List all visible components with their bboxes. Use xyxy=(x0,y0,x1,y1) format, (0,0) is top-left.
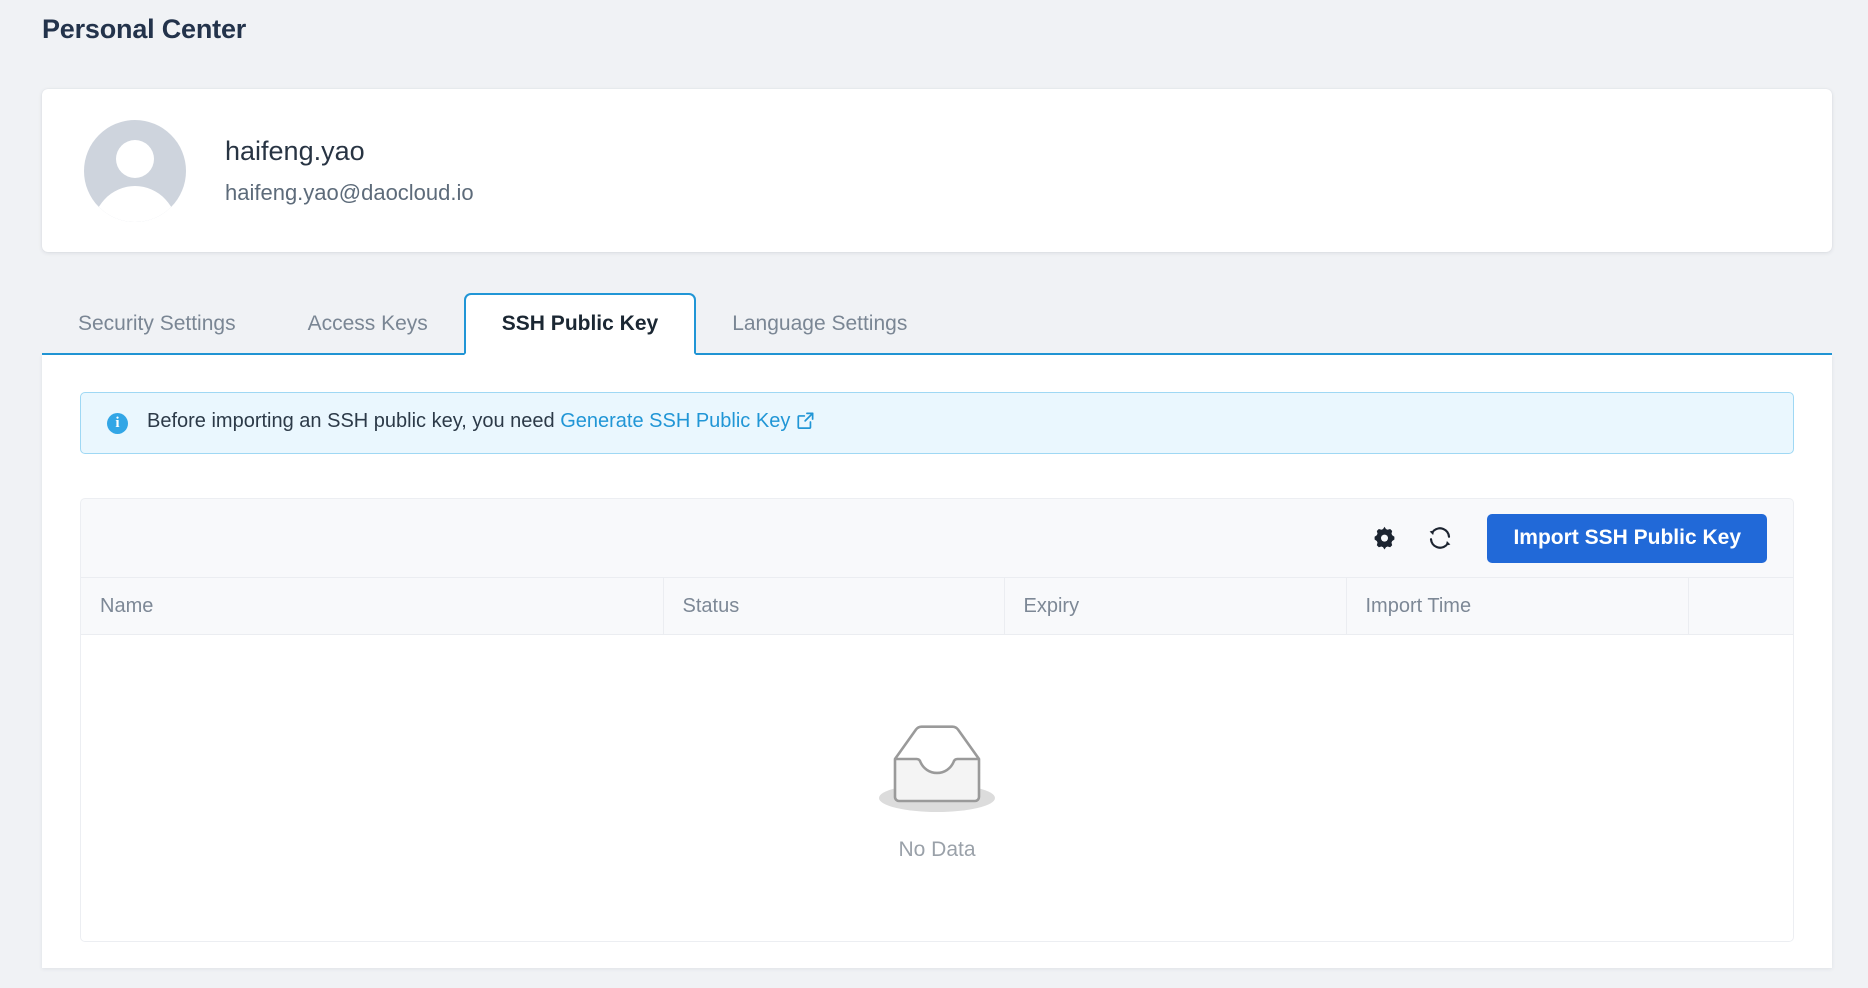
import-ssh-public-key-button[interactable]: Import SSH Public Key xyxy=(1487,513,1767,563)
table-toolbar: Import SSH Public Key xyxy=(81,499,1793,577)
profile-card: haifeng.yao haifeng.yao@daocloud.io xyxy=(42,89,1832,252)
avatar-head-shape xyxy=(116,139,154,178)
generate-ssh-public-key-link-label: Generate SSH Public Key xyxy=(560,410,791,432)
table-header: Name Status Expiry Import Time xyxy=(81,577,1793,635)
page-title: Personal Center xyxy=(42,14,247,44)
gear-icon-glyph xyxy=(1374,526,1395,549)
profile-name: haifeng.yao xyxy=(225,135,365,166)
empty-state: No Data xyxy=(81,635,1793,941)
tab-language-settings[interactable]: Language Settings xyxy=(696,295,943,353)
ssh-key-table-panel: Import SSH Public Key Name Status Expiry… xyxy=(80,498,1794,942)
column-header-expiry[interactable]: Expiry xyxy=(1004,577,1347,635)
column-header-name[interactable]: Name xyxy=(81,577,664,635)
user-avatar-icon xyxy=(84,119,186,222)
tab-bar: Security Settings Access Keys SSH Public… xyxy=(42,285,1832,355)
empty-state-label: No Data xyxy=(898,838,976,861)
generate-ssh-public-key-link[interactable]: Generate SSH Public Key xyxy=(560,410,815,432)
profile-email: haifeng.yao@daocloud.io xyxy=(225,179,474,205)
refresh-icon[interactable] xyxy=(1421,519,1459,557)
column-header-actions xyxy=(1688,577,1793,635)
column-header-import-time[interactable]: Import Time xyxy=(1346,577,1689,635)
avatar-body-shape xyxy=(92,185,178,222)
tab-ssh-public-key[interactable]: SSH Public Key xyxy=(463,293,697,355)
info-circle-icon: i xyxy=(107,412,128,434)
tab-access-keys[interactable]: Access Keys xyxy=(272,295,464,353)
ssh-key-table: Name Status Expiry Import Time xyxy=(81,577,1793,635)
info-banner-text: Before importing an SSH public key, you … xyxy=(147,410,815,436)
refresh-icon-glyph xyxy=(1430,527,1451,549)
external-link-icon xyxy=(796,411,815,436)
info-banner-message: Before importing an SSH public key, you … xyxy=(147,410,555,432)
tab-security-settings[interactable]: Security Settings xyxy=(42,295,272,353)
empty-inbox-icon xyxy=(879,725,995,812)
table-header-row: Name Status Expiry Import Time xyxy=(81,577,1793,635)
profile-details: haifeng.yao haifeng.yao@daocloud.io xyxy=(225,135,474,206)
column-header-status[interactable]: Status xyxy=(663,577,1005,635)
info-banner: i Before importing an SSH public key, yo… xyxy=(80,392,1794,454)
gear-icon[interactable] xyxy=(1365,519,1403,557)
